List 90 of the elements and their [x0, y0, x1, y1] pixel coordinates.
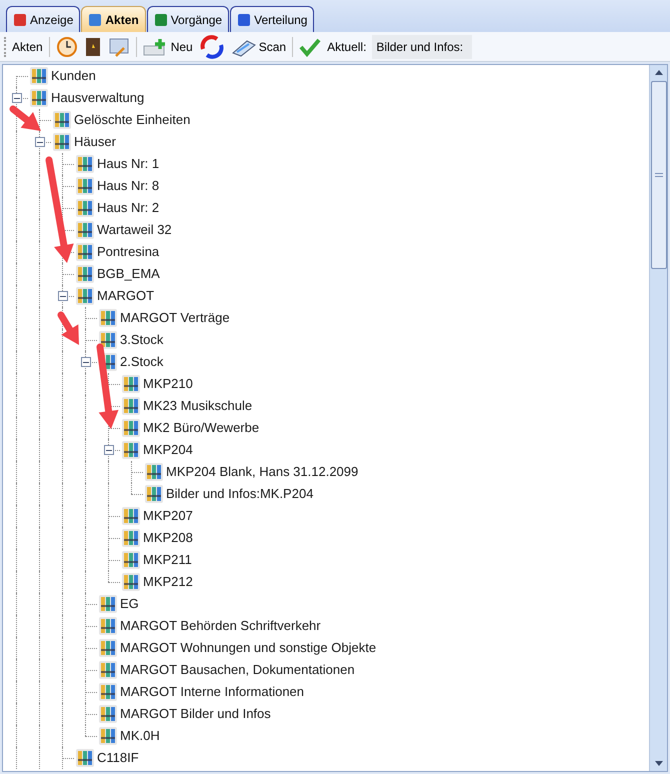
binder-icon [122, 375, 140, 393]
tree-item-label[interactable]: Haus Nr: 8 [97, 176, 160, 196]
binder-icon [30, 67, 48, 85]
tree-item-label[interactable]: MARGOT [97, 286, 154, 306]
tree-item-label[interactable]: BGB_EMA [97, 264, 160, 284]
tab[interactable]: Vorgänge [146, 6, 230, 32]
tree-item-label[interactable]: MKP210 [143, 374, 193, 394]
tree-item-label[interactable]: Wartaweil 32 [97, 220, 172, 240]
tree-item-label[interactable]: MARGOT Behörden Schriftverkehr [120, 616, 321, 636]
refresh-icon[interactable] [198, 34, 225, 58]
toolbar-label: Akten [12, 38, 43, 56]
tab[interactable]: Anzeige [6, 6, 80, 32]
binder-icon [99, 639, 117, 657]
tree-item-label[interactable]: MKP211 [143, 550, 192, 570]
binder-icon [76, 177, 94, 195]
tree-item-label[interactable]: Kunden [51, 66, 96, 86]
collapse-toggle[interactable] [81, 357, 91, 367]
current-value: Bilder und Infos: [372, 34, 472, 58]
book-icon[interactable] [84, 36, 102, 58]
tab-icon [154, 12, 168, 26]
tree-item-label[interactable]: Häuser [74, 132, 116, 152]
binder-icon [122, 529, 140, 547]
binder-icon [99, 309, 117, 327]
tab[interactable]: Verteilung [230, 6, 314, 32]
binder-icon [122, 441, 140, 459]
tree-item-label[interactable]: MKP204 [143, 440, 193, 460]
tree-item-label[interactable]: EG [120, 594, 139, 614]
scroll-thumb[interactable] [650, 81, 666, 269]
tab-icon [88, 12, 102, 26]
binder-icon [76, 243, 94, 261]
binder-icon [122, 397, 140, 415]
scan-button[interactable]: Scan [230, 36, 286, 56]
tree-item-label[interactable]: MK2 Büro/Wewerbe [143, 418, 260, 438]
tree-item-label[interactable]: C118IF [97, 748, 139, 768]
tree-item-label[interactable]: MKP208 [143, 528, 193, 548]
tree-item-label[interactable]: MARGOT Bausachen, Dokumentationen [120, 660, 355, 680]
binder-icon [76, 221, 94, 239]
checkmark-icon [299, 36, 322, 56]
binder-icon [99, 331, 117, 349]
current-label: Aktuell: [327, 38, 366, 56]
clock-icon[interactable] [56, 36, 78, 58]
collapse-toggle[interactable] [58, 291, 68, 301]
binder-icon [76, 155, 94, 173]
tree-item-label[interactable]: 3.Stock [120, 330, 164, 350]
tree-item-label[interactable]: MKP204 Blank, Hans 31.12.2099 [166, 462, 358, 482]
binder-icon [99, 595, 117, 613]
annotation-arrow [10, 106, 41, 131]
annotation-arrow [58, 312, 79, 345]
tree-item-label[interactable]: Haus Nr: 2 [97, 198, 160, 218]
binder-icon [76, 265, 94, 283]
image-tool-icon[interactable] [108, 36, 130, 58]
scrollbar[interactable] [649, 65, 667, 771]
tree-item-label[interactable]: MARGOT Interne Informationen [120, 682, 304, 702]
binder-icon [122, 507, 140, 525]
tree-item-label[interactable]: Haus Nr: 1 [97, 154, 160, 174]
tree-item-label[interactable]: Hausverwaltung [51, 88, 144, 108]
binder-icon [53, 111, 71, 129]
tree-item-label[interactable]: Pontresina [97, 242, 160, 262]
collapse-toggle[interactable] [12, 93, 22, 103]
tree-item-label[interactable]: MARGOT Wohnungen und sonstige Objekte [120, 638, 376, 658]
binder-icon [76, 287, 94, 305]
collapse-toggle[interactable] [35, 137, 45, 147]
tree-item-label[interactable]: MARGOT Bilder und Infos [120, 704, 271, 724]
binder-icon [30, 89, 48, 107]
binder-icon [145, 485, 163, 503]
tab-icon [237, 12, 252, 26]
binder-icon [122, 419, 140, 437]
binder-icon [76, 749, 94, 767]
binder-icon [99, 661, 117, 679]
binder-icon [76, 199, 94, 217]
new-button[interactable]: Neu [142, 36, 193, 56]
tree-item-label[interactable]: MK.0H [120, 726, 160, 746]
binder-icon [145, 463, 163, 481]
tree-item-label[interactable]: MARGOT Verträge [120, 308, 230, 328]
binder-icon [53, 133, 71, 151]
tree-item-label[interactable]: MKP207 [143, 506, 193, 526]
tree-item-label[interactable]: MKP212 [143, 572, 193, 592]
tree-item-label[interactable]: Gelöschte Einheiten [74, 110, 190, 130]
tree-item-label[interactable]: 2.Stock [120, 352, 164, 372]
binder-icon [99, 705, 117, 723]
collapse-toggle[interactable] [104, 445, 114, 455]
binder-icon [122, 573, 140, 591]
tree-item-label[interactable]: MK23 Musikschule [143, 396, 252, 416]
binder-icon [99, 727, 117, 745]
tree-item-label[interactable]: Bilder und Infos:MK.P204 [166, 484, 314, 504]
binder-icon [99, 617, 117, 635]
binder-icon [99, 683, 117, 701]
binder-icon [122, 551, 140, 569]
tab-icon [13, 12, 27, 26]
tab[interactable]: Akten [81, 6, 146, 32]
